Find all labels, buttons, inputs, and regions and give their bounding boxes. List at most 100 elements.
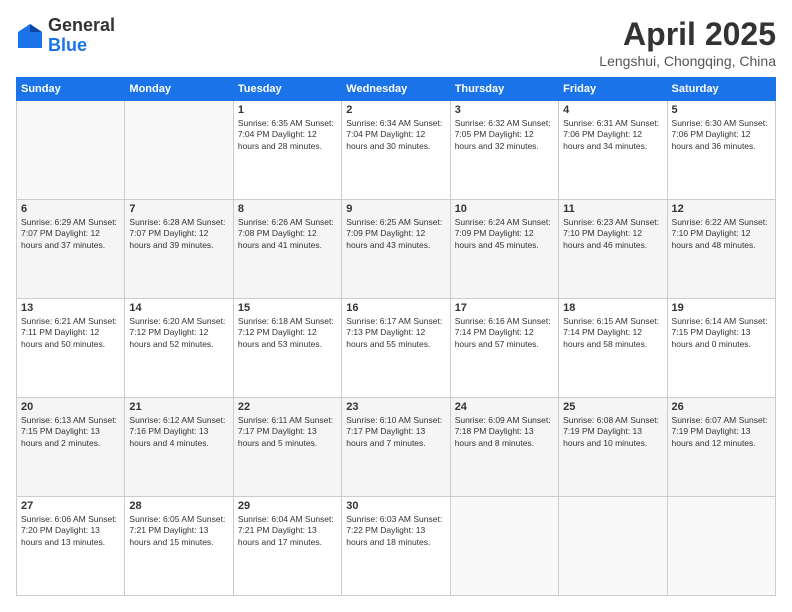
calendar-cell: 12 Sunrise: 6:22 AM Sunset: 7:10 PM Dayli… xyxy=(667,200,775,299)
calendar-cell: 22Sunrise: 6:11 AM Sunset: 7:17 PM Dayli… xyxy=(233,398,341,497)
day-info: Sunrise: 6:28 AM Sunset: 7:07 PM Dayligh… xyxy=(129,217,228,251)
day-info: Sunrise: 6:07 AM Sunset: 7:19 PM Dayligh… xyxy=(672,415,771,449)
logo-icon xyxy=(16,22,44,50)
day-info: Sunrise: 6:30 AM Sunset: 7:06 PM Dayligh… xyxy=(672,118,771,152)
logo-text: General Blue xyxy=(48,16,115,56)
day-number: 26 xyxy=(672,401,771,413)
calendar-cell: 6 Sunrise: 6:29 AM Sunset: 7:07 PM Daylig… xyxy=(17,200,125,299)
header: General Blue April 2025 Lengshui, Chongq… xyxy=(16,16,776,69)
calendar-cell: 2 Sunrise: 6:34 AM Sunset: 7:04 PM Daylig… xyxy=(342,101,450,200)
calendar-cell: 29 Sunrise: 6:04 AM Sunset: 7:21 PM Dayli… xyxy=(233,497,341,596)
day-number: 5 xyxy=(672,104,771,116)
calendar-cell xyxy=(125,101,233,200)
calendar-cell: 9 Sunrise: 6:25 AM Sunset: 7:09 PM Daylig… xyxy=(342,200,450,299)
day-number: 12 xyxy=(672,203,771,215)
calendar-cell: 7 Sunrise: 6:28 AM Sunset: 7:07 PM Daylig… xyxy=(125,200,233,299)
day-info: Sunrise: 6:06 AM Sunset: 7:20 PM Dayligh… xyxy=(21,514,120,548)
calendar-cell: 30 Sunrise: 6:03 AM Sunset: 7:22 PM Dayli… xyxy=(342,497,450,596)
day-number: 11 xyxy=(563,203,662,215)
calendar-cell xyxy=(17,101,125,200)
day-number: 18 xyxy=(563,302,662,314)
calendar-cell: 27 Sunrise: 6:06 AM Sunset: 7:20 PM Dayli… xyxy=(17,497,125,596)
calendar-cell xyxy=(667,497,775,596)
day-info: Sunrise: 6:09 AM Sunset: 7:18 PM Dayligh… xyxy=(455,415,554,449)
day-info: Sunrise: 6:05 AM Sunset: 7:21 PM Dayligh… xyxy=(129,514,228,548)
day-info: Sunrise: 6:16 AM Sunset: 7:14 PM Dayligh… xyxy=(455,316,554,350)
calendar-week-1: 1 Sunrise: 6:35 AM Sunset: 7:04 PM Daylig… xyxy=(17,101,776,200)
calendar-cell xyxy=(450,497,558,596)
month-title: April 2025 xyxy=(599,16,776,53)
calendar-header-friday: Friday xyxy=(559,78,667,101)
day-info: Sunrise: 6:29 AM Sunset: 7:07 PM Dayligh… xyxy=(21,217,120,251)
calendar-cell: 4 Sunrise: 6:31 AM Sunset: 7:06 PM Daylig… xyxy=(559,101,667,200)
logo: General Blue xyxy=(16,16,115,56)
day-info: Sunrise: 6:17 AM Sunset: 7:13 PM Dayligh… xyxy=(346,316,445,350)
calendar-cell: 26 Sunrise: 6:07 AM Sunset: 7:19 PM Dayli… xyxy=(667,398,775,497)
day-info: Sunrise: 6:12 AM Sunset: 7:16 PM Dayligh… xyxy=(129,415,228,449)
calendar-cell: 25 Sunrise: 6:08 AM Sunset: 7:19 PM Dayli… xyxy=(559,398,667,497)
calendar-week-5: 27 Sunrise: 6:06 AM Sunset: 7:20 PM Dayli… xyxy=(17,497,776,596)
day-number: 24 xyxy=(455,401,554,413)
calendar-cell: 15Sunrise: 6:18 AM Sunset: 7:12 PM Dayli… xyxy=(233,299,341,398)
calendar-cell: 13Sunrise: 6:21 AM Sunset: 7:11 PM Dayli… xyxy=(17,299,125,398)
calendar-cell: 5 Sunrise: 6:30 AM Sunset: 7:06 PM Daylig… xyxy=(667,101,775,200)
day-number: 28 xyxy=(129,500,228,512)
day-number: 2 xyxy=(346,104,445,116)
title-area: April 2025 Lengshui, Chongqing, China xyxy=(599,16,776,69)
day-number: 6 xyxy=(21,203,120,215)
day-number: 9 xyxy=(346,203,445,215)
day-number: 29 xyxy=(238,500,337,512)
logo-blue-text: Blue xyxy=(48,35,87,55)
day-number: 8 xyxy=(238,203,337,215)
calendar-week-2: 6 Sunrise: 6:29 AM Sunset: 7:07 PM Daylig… xyxy=(17,200,776,299)
day-info: Sunrise: 6:04 AM Sunset: 7:21 PM Dayligh… xyxy=(238,514,337,548)
day-info: Sunrise: 6:03 AM Sunset: 7:22 PM Dayligh… xyxy=(346,514,445,548)
day-info: Sunrise: 6:20 AM Sunset: 7:12 PM Dayligh… xyxy=(129,316,228,350)
calendar-header-tuesday: Tuesday xyxy=(233,78,341,101)
calendar-table: SundayMondayTuesdayWednesdayThursdayFrid… xyxy=(16,77,776,596)
day-info: Sunrise: 6:32 AM Sunset: 7:05 PM Dayligh… xyxy=(455,118,554,152)
day-number: 4 xyxy=(563,104,662,116)
calendar-header-saturday: Saturday xyxy=(667,78,775,101)
day-info: Sunrise: 6:31 AM Sunset: 7:06 PM Dayligh… xyxy=(563,118,662,152)
day-number: 16 xyxy=(346,302,445,314)
day-number: 10 xyxy=(455,203,554,215)
day-info: Sunrise: 6:08 AM Sunset: 7:19 PM Dayligh… xyxy=(563,415,662,449)
calendar-cell: 17Sunrise: 6:16 AM Sunset: 7:14 PM Dayli… xyxy=(450,299,558,398)
day-info: Sunrise: 6:35 AM Sunset: 7:04 PM Dayligh… xyxy=(238,118,337,152)
day-info: Sunrise: 6:13 AM Sunset: 7:15 PM Dayligh… xyxy=(21,415,120,449)
calendar-cell: 28 Sunrise: 6:05 AM Sunset: 7:21 PM Dayli… xyxy=(125,497,233,596)
day-number: 30 xyxy=(346,500,445,512)
calendar-cell xyxy=(559,497,667,596)
day-info: Sunrise: 6:22 AM Sunset: 7:10 PM Dayligh… xyxy=(672,217,771,251)
calendar-header-wednesday: Wednesday xyxy=(342,78,450,101)
calendar-header-thursday: Thursday xyxy=(450,78,558,101)
calendar-cell: 11 Sunrise: 6:23 AM Sunset: 7:10 PM Dayli… xyxy=(559,200,667,299)
calendar-cell: 21 Sunrise: 6:12 AM Sunset: 7:16 PM Dayli… xyxy=(125,398,233,497)
day-info: Sunrise: 6:25 AM Sunset: 7:09 PM Dayligh… xyxy=(346,217,445,251)
calendar-cell: 1 Sunrise: 6:35 AM Sunset: 7:04 PM Daylig… xyxy=(233,101,341,200)
day-info: Sunrise: 6:11 AM Sunset: 7:17 PM Dayligh… xyxy=(238,415,337,449)
page: General Blue April 2025 Lengshui, Chongq… xyxy=(0,0,792,612)
day-number: 21 xyxy=(129,401,228,413)
day-info: Sunrise: 6:14 AM Sunset: 7:15 PM Dayligh… xyxy=(672,316,771,350)
calendar-cell: 19Sunrise: 6:14 AM Sunset: 7:15 PM Dayli… xyxy=(667,299,775,398)
day-number: 7 xyxy=(129,203,228,215)
day-info: Sunrise: 6:15 AM Sunset: 7:14 PM Dayligh… xyxy=(563,316,662,350)
calendar-cell: 14 Sunrise: 6:20 AM Sunset: 7:12 PM Dayli… xyxy=(125,299,233,398)
day-number: 20 xyxy=(21,401,120,413)
calendar-cell: 23Sunrise: 6:10 AM Sunset: 7:17 PM Dayli… xyxy=(342,398,450,497)
day-number: 27 xyxy=(21,500,120,512)
calendar-cell: 3Sunrise: 6:32 AM Sunset: 7:05 PM Daylig… xyxy=(450,101,558,200)
day-number: 14 xyxy=(129,302,228,314)
day-info: Sunrise: 6:34 AM Sunset: 7:04 PM Dayligh… xyxy=(346,118,445,152)
day-info: Sunrise: 6:23 AM Sunset: 7:10 PM Dayligh… xyxy=(563,217,662,251)
location: Lengshui, Chongqing, China xyxy=(599,53,776,69)
day-number: 1 xyxy=(238,104,337,116)
calendar-cell: 18 Sunrise: 6:15 AM Sunset: 7:14 PM Dayli… xyxy=(559,299,667,398)
calendar-header-row: SundayMondayTuesdayWednesdayThursdayFrid… xyxy=(17,78,776,101)
calendar-cell: 16 Sunrise: 6:17 AM Sunset: 7:13 PM Dayli… xyxy=(342,299,450,398)
day-number: 25 xyxy=(563,401,662,413)
calendar-header-sunday: Sunday xyxy=(17,78,125,101)
day-info: Sunrise: 6:18 AM Sunset: 7:12 PM Dayligh… xyxy=(238,316,337,350)
